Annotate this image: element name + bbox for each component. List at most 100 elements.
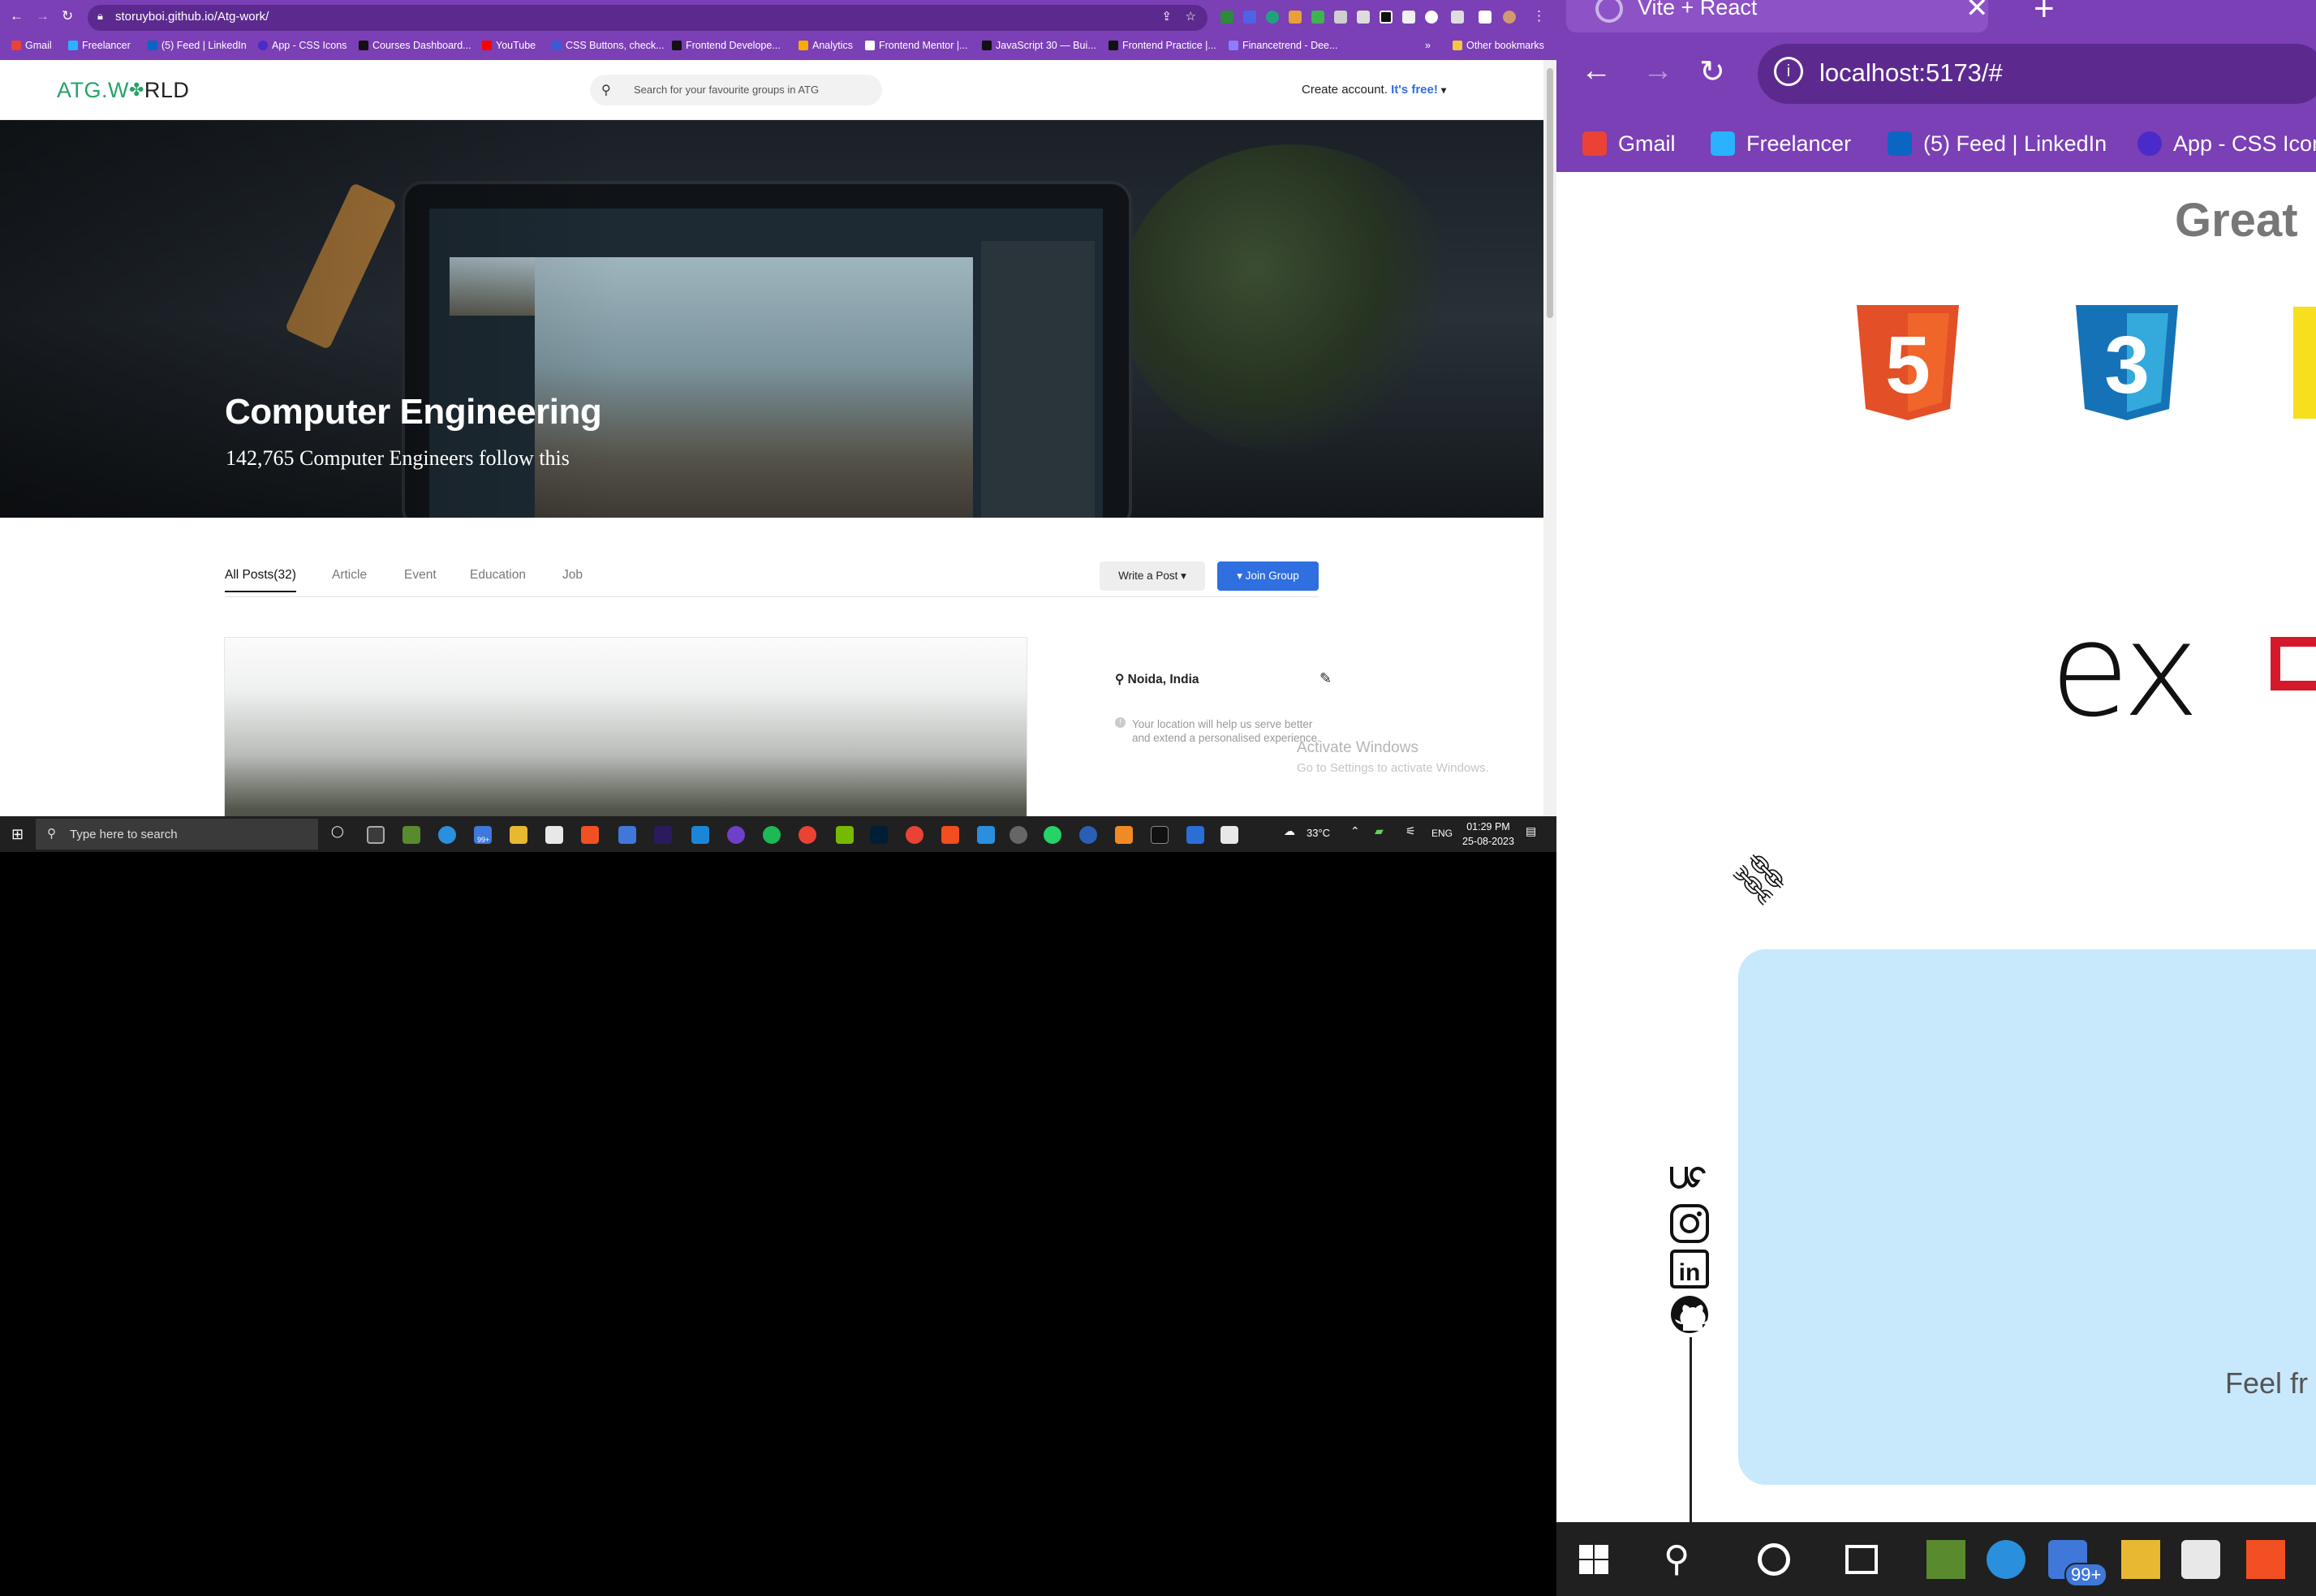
github-desktop-icon[interactable]	[727, 826, 745, 844]
bookmark-item[interactable]: App - CSS Icons	[2137, 131, 2316, 157]
language-indicator[interactable]: ENG	[1431, 828, 1453, 839]
tab-article[interactable]: Article	[332, 568, 367, 583]
github-icon[interactable]	[1667, 1295, 1714, 1334]
premiere-icon[interactable]	[654, 826, 672, 844]
sidepanel-icon[interactable]	[1479, 11, 1492, 24]
browser-tab[interactable]	[1566, 0, 1988, 32]
nvidia-icon[interactable]	[836, 826, 854, 844]
scrollbar-thumb[interactable]	[1547, 68, 1553, 318]
puzzle-icon[interactable]	[1451, 11, 1464, 24]
instagram-icon[interactable]	[1667, 1204, 1714, 1243]
info-icon[interactable]: i	[1774, 57, 1803, 86]
search-icon[interactable]: ⚲	[1664, 1538, 1690, 1580]
bookmark-item[interactable]: App - CSS Icons	[258, 40, 347, 51]
todo-icon[interactable]	[977, 826, 995, 844]
bookmark-item[interactable]: Frontend Practice |...	[1108, 40, 1216, 51]
link-icon[interactable]: ⛓︎	[1724, 842, 1797, 915]
avatar[interactable]	[1503, 11, 1516, 24]
spotify-icon[interactable]	[763, 826, 781, 844]
figma-icon[interactable]	[941, 826, 959, 844]
store-icon[interactable]	[545, 826, 563, 844]
extension-icon[interactable]	[1425, 11, 1438, 24]
close-tab-icon[interactable]: ✕	[1965, 0, 1989, 24]
app-icon[interactable]	[1186, 826, 1204, 844]
bookmark-item[interactable]: (5) Feed | LinkedIn	[148, 40, 247, 51]
edge-icon[interactable]	[1987, 1540, 2025, 1579]
file-explorer-icon[interactable]	[510, 826, 527, 844]
notification-icon[interactable]: ▤	[1526, 824, 1536, 838]
bookmark-item[interactable]: Courses Dashboard...	[359, 40, 471, 51]
write-post-button[interactable]: Write a Post ▾	[1100, 561, 1205, 591]
cortana-icon[interactable]: ◯	[331, 824, 344, 838]
extension-icon[interactable]	[1311, 11, 1324, 24]
photoshop-icon[interactable]	[870, 826, 888, 844]
bookmark-item[interactable]: Analytics	[799, 40, 853, 51]
bookmark-item[interactable]: Frontend Develope...	[672, 40, 781, 51]
terminal-icon[interactable]	[1151, 826, 1169, 844]
clock[interactable]: 01:29 PM 25-08-2023	[1462, 820, 1514, 849]
tray-app-icon[interactable]: ▰	[1375, 824, 1384, 838]
weather-icon[interactable]: ☁︎	[1284, 824, 1295, 838]
chrome-icon[interactable]	[799, 826, 816, 844]
file-explorer-icon[interactable]	[2121, 1540, 2160, 1579]
mail-icon[interactable]	[618, 826, 636, 844]
extension-icon[interactable]	[1243, 11, 1256, 24]
bookmark-item[interactable]: YouTube	[482, 40, 536, 51]
back-icon[interactable]: ←	[1581, 54, 1612, 88]
forward-icon[interactable]: →	[1642, 54, 1673, 88]
xampp-icon[interactable]	[1115, 826, 1133, 844]
bookmark-item[interactable]: Freelancer	[68, 40, 131, 51]
forward-icon[interactable]: →	[36, 8, 50, 24]
bookmark-item[interactable]: CSS Buttons, check...	[552, 40, 665, 51]
new-tab-icon[interactable]: +	[2034, 0, 2055, 29]
address-bar[interactable]: i localhost:5173/#	[1758, 44, 2316, 104]
tab-event[interactable]: Event	[404, 568, 437, 583]
taskbar-search-input[interactable]: ⚲ Type here to search	[36, 819, 318, 850]
reload-icon[interactable]: ↻	[1699, 54, 1725, 90]
group-search-input[interactable]: ⚲ Search for your favourite groups in AT…	[590, 75, 882, 105]
extension-icon[interactable]	[1334, 11, 1347, 24]
chevron-up-icon[interactable]: ⌃	[1350, 824, 1360, 838]
bookmark-item[interactable]: (5) Feed | LinkedIn	[1888, 131, 2107, 157]
teams-icon[interactable]	[1079, 826, 1097, 844]
upwork-icon[interactable]	[1667, 1159, 1714, 1198]
cortana-icon[interactable]	[1758, 1543, 1790, 1576]
bookmark-item[interactable]: Other bookmarks	[1453, 40, 1544, 51]
tab-job[interactable]: Job	[562, 568, 583, 583]
reload-icon[interactable]: ↻	[62, 8, 73, 24]
whatsapp-icon[interactable]	[1044, 826, 1061, 844]
star-icon[interactable]: ☆	[1186, 9, 1196, 24]
tab-education[interactable]: Education	[470, 568, 526, 583]
bookmark-item[interactable]: Frontend Mentor |...	[865, 40, 968, 51]
bookmark-item[interactable]: Financetrend - Dee...	[1229, 40, 1337, 51]
snipping-icon[interactable]	[1220, 826, 1238, 844]
menu-icon[interactable]: ⋮	[1532, 8, 1546, 24]
edge-icon[interactable]	[438, 826, 456, 844]
create-account-link[interactable]: Create account. It's free! ▾	[1302, 83, 1446, 97]
back-icon[interactable]: ←	[10, 8, 24, 24]
task-view-icon[interactable]	[367, 826, 385, 844]
bookmark-item[interactable]: Freelancer	[1711, 131, 1851, 157]
office-icon[interactable]	[581, 826, 599, 844]
tab-all-posts[interactable]: All Posts(32)	[225, 568, 296, 592]
minecraft-icon[interactable]	[403, 826, 420, 844]
address-bar[interactable]: 🔒︎ storuyboi.github.io/Atg-work/ ⇪ ☆	[88, 5, 1208, 31]
extension-icon[interactable]	[1266, 11, 1279, 24]
windows-start-icon[interactable]	[1574, 1540, 1613, 1579]
atg-logo[interactable]: ATG.W✤RLD	[57, 78, 189, 103]
extension-icon[interactable]	[1402, 11, 1415, 24]
join-group-button[interactable]: ▾ Join Group	[1217, 561, 1319, 591]
windows-start-icon[interactable]: ⊞	[11, 826, 24, 843]
network-icon[interactable]: ⚟	[1406, 824, 1416, 838]
minecraft-icon[interactable]	[1926, 1540, 1965, 1579]
share-icon[interactable]: ⇪	[1161, 9, 1172, 24]
store-icon[interactable]	[2181, 1540, 2220, 1579]
settings-icon[interactable]	[1009, 826, 1027, 844]
edit-icon[interactable]: ✎	[1319, 670, 1332, 687]
chrome-icon[interactable]	[906, 826, 923, 844]
extension-icon[interactable]	[1220, 11, 1233, 24]
vscode-icon[interactable]	[691, 826, 709, 844]
location-label[interactable]: ⚲ Noida, India	[1115, 672, 1199, 687]
extension-icon[interactable]	[1380, 11, 1393, 24]
office-icon[interactable]	[2246, 1540, 2285, 1579]
